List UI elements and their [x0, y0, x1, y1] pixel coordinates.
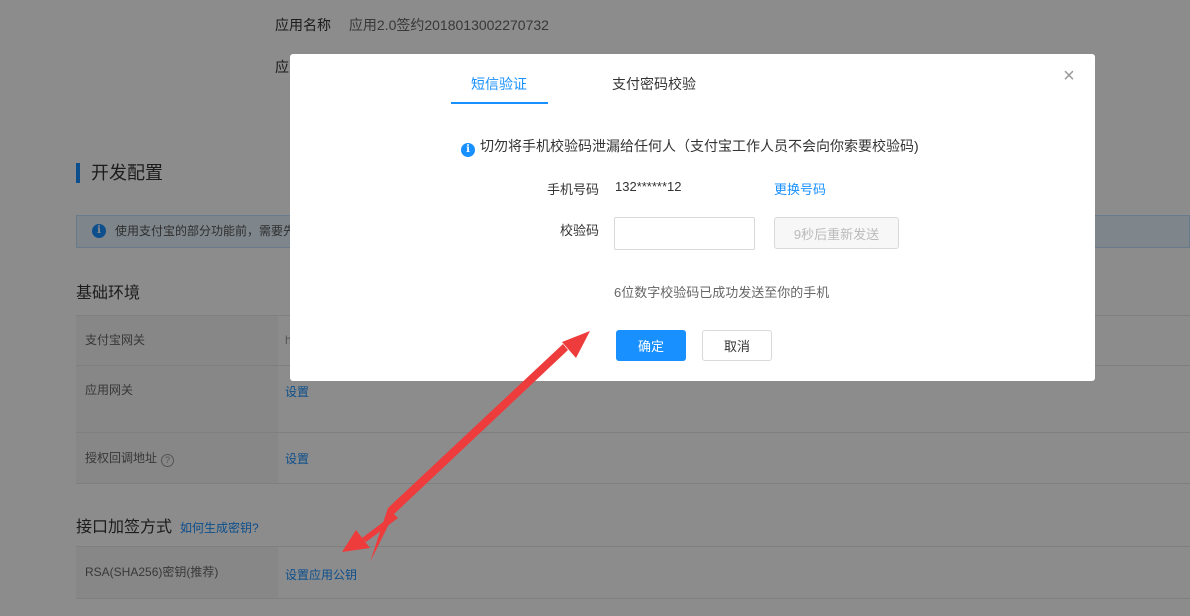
annotation-arrow-stroke — [370, 344, 568, 562]
annotation-arrows — [342, 331, 590, 562]
app-settings-page: 应用名称 应用2.0签约2018013002270732 应 开发配置 i 使用… — [0, 0, 1190, 616]
annotation-arrow-head-top — [562, 331, 590, 358]
